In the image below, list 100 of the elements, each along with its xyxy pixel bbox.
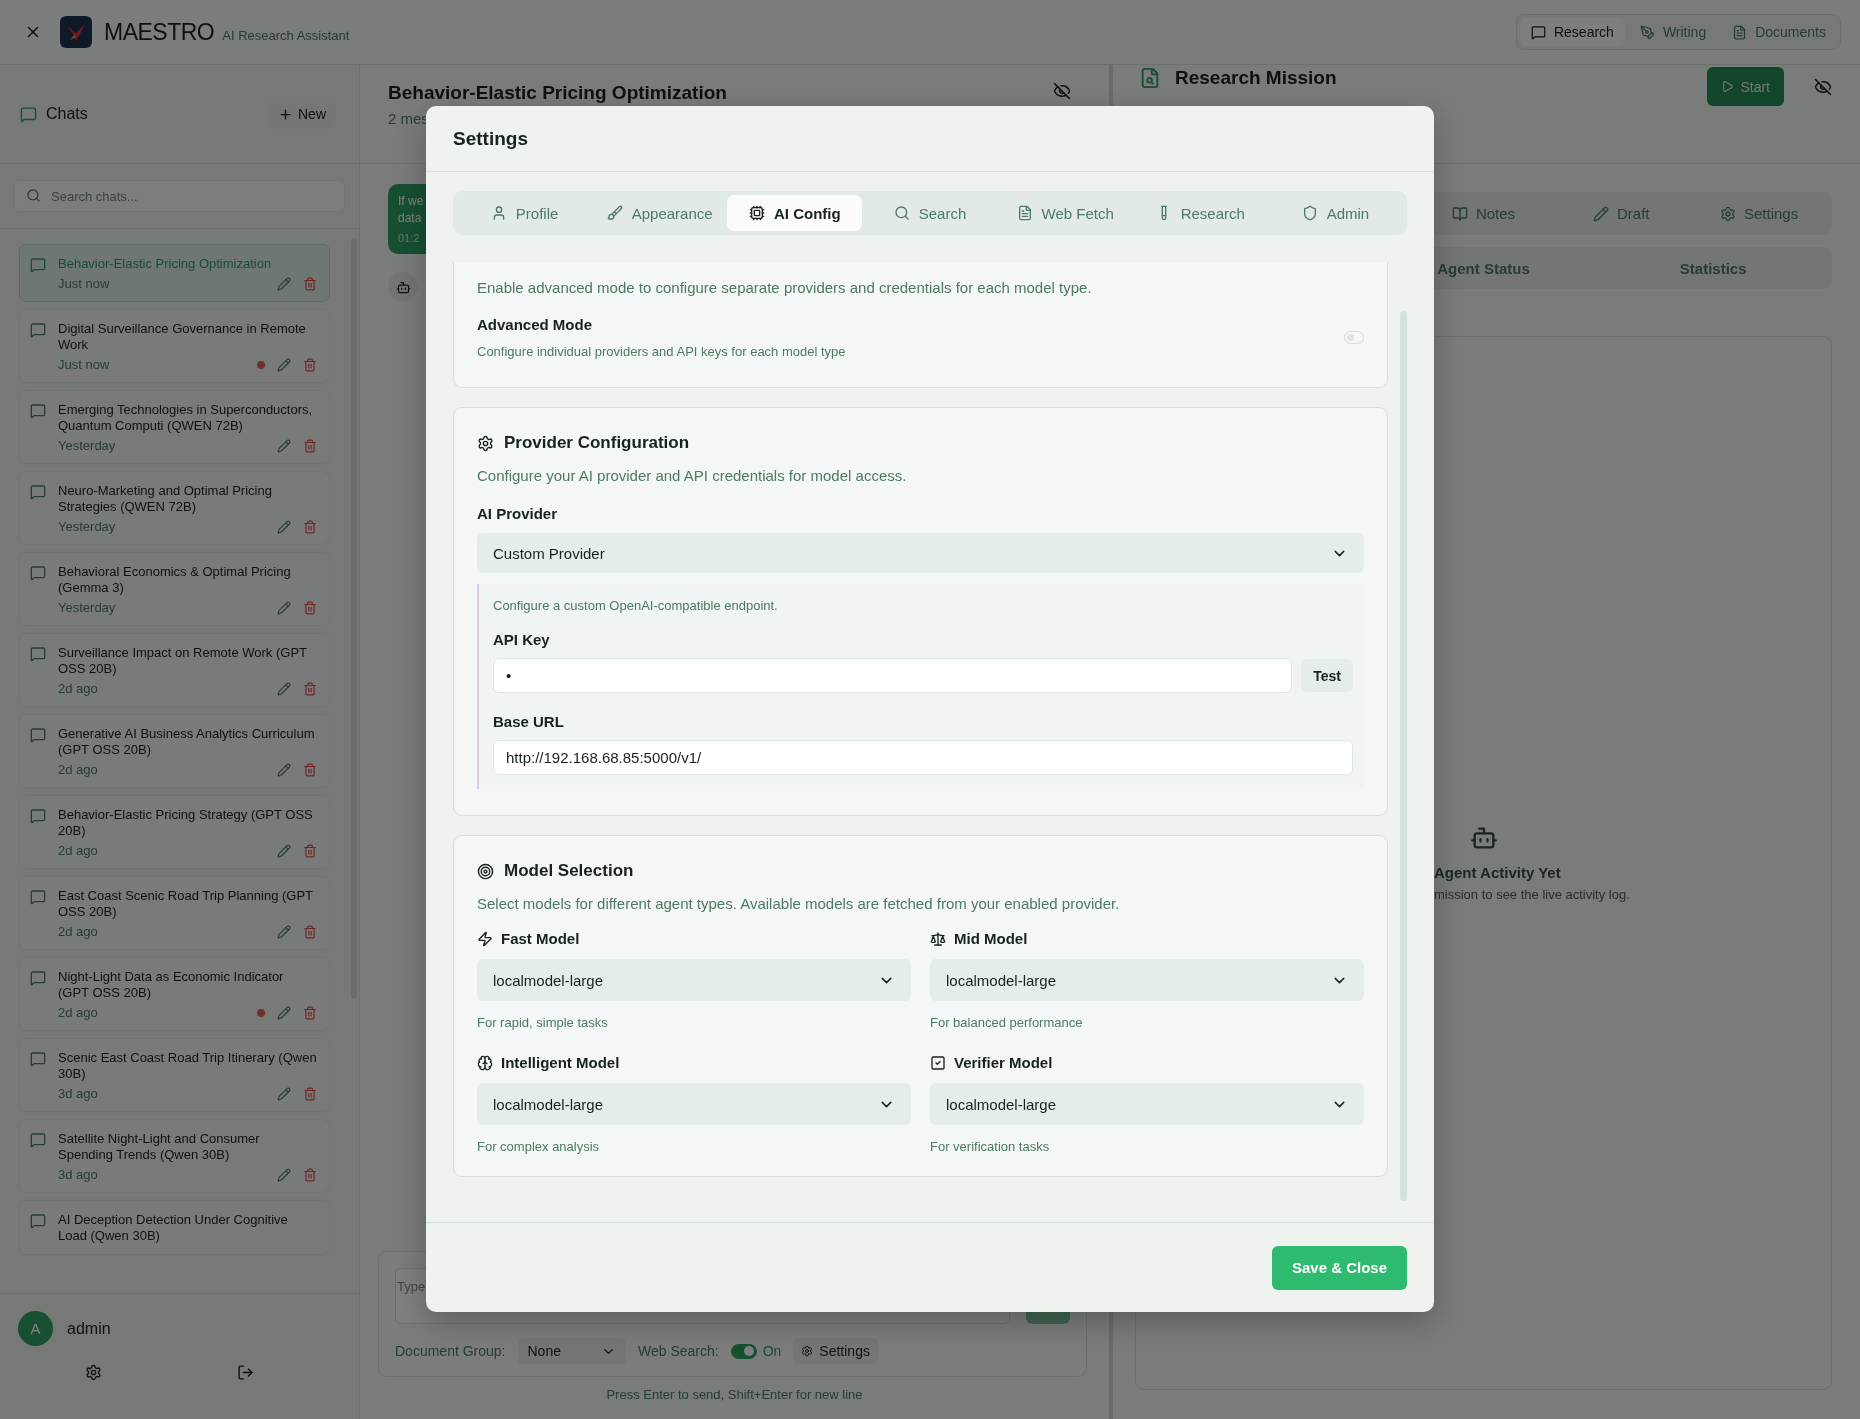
save-close-button[interactable]: Save & Close [1271, 1245, 1407, 1290]
pencil-icon[interactable] [277, 357, 291, 372]
view-tab[interactable]: Writing [1628, 18, 1718, 46]
pencil-icon[interactable] [277, 924, 291, 939]
config-tab[interactable]: Appearance [592, 195, 728, 231]
message-text: If we [398, 194, 424, 208]
trash-icon[interactable] [303, 276, 317, 291]
trash-icon[interactable] [303, 1005, 317, 1020]
setting-description: Configure individual providers and API keys for each model type [477, 344, 846, 359]
chat-item[interactable]: Behavioral Economics & Optimal Pricing (Gemma 3) Yesterday [19, 552, 330, 626]
base-url-input[interactable]: http://192.168.68.85:5000/v1/ [493, 740, 1353, 775]
config-tab[interactable]: AI Config [727, 195, 863, 231]
trash-icon[interactable] [303, 1167, 317, 1182]
trash-icon[interactable] [303, 924, 317, 939]
chat-title: Behavior-Elastic Pricing Optimization [58, 256, 273, 272]
chat-item[interactable]: Satellite Night-Light and Consumer Spending Trends (Qwen 30B) 3d ago [19, 1119, 330, 1193]
pencil-icon[interactable] [277, 681, 291, 696]
search-icon [893, 205, 910, 221]
chat-item[interactable]: Night-Light Data as Economic Indicator (GPT OSS 20B) 2d ago [19, 957, 330, 1031]
field-hint: For verification tasks [930, 1139, 1051, 1154]
pencil-icon[interactable] [277, 762, 291, 777]
test-button[interactable]: Test [1301, 659, 1353, 692]
config-tab[interactable]: Search [862, 195, 998, 231]
settings-button[interactable]: Settings [793, 1338, 878, 1364]
pencil-icon[interactable] [277, 1167, 291, 1182]
trash-icon[interactable] [303, 843, 317, 858]
document-group-select[interactable]: None [517, 1338, 626, 1364]
chat-title: East Coast Scenic Road Trip Planning (GPT OSS 20B) [58, 888, 314, 920]
start-button[interactable]: Start [1707, 67, 1784, 106]
trash-icon[interactable] [303, 762, 317, 777]
pencil-icon[interactable] [277, 843, 291, 858]
settings-icon [801, 1345, 814, 1357]
section-title: Model Selection [504, 861, 634, 881]
dialog-title: Settings [453, 127, 528, 150]
speech-bubble-icon [30, 808, 46, 824]
trash-icon[interactable] [303, 519, 317, 534]
input-hint: Press Enter to send, Shift+Enter for new line [605, 1386, 864, 1404]
config-tab[interactable]: Web Fetch [997, 195, 1133, 231]
speech-bubble-icon [20, 105, 37, 123]
chat-title: Behavior-Elastic Pricing Strategy (GPT OSS 20B) [58, 807, 314, 839]
mission-tab[interactable]: Draft [1552, 196, 1691, 231]
api-key-input[interactable]: • [493, 658, 1293, 693]
model-select[interactable]: localmodel-large [477, 1083, 911, 1125]
config-tab[interactable]: Research [1132, 195, 1268, 231]
logout-icon[interactable] [236, 1364, 254, 1381]
chat-time: Yesterday [58, 600, 116, 615]
pencil-icon[interactable] [277, 1086, 291, 1101]
mission-subtab[interactable]: Agent Status [1368, 251, 1599, 285]
mission-subtab[interactable]: Statistics [1598, 251, 1828, 285]
chat-item[interactable]: Scenic East Coast Road Trip Itinerary (Qwen 30B) 3d ago [19, 1038, 330, 1112]
field-label: Fast Model [501, 930, 580, 947]
chat-item[interactable]: Surveillance Impact on Remote Work (GPT OSS 20B) 2d ago [19, 633, 330, 707]
user-avatar: A [18, 1311, 53, 1346]
config-tab[interactable]: Profile [457, 195, 593, 231]
model-select[interactable]: localmodel-large [477, 959, 911, 1001]
empty-state-title: Agent Activity Yet [1434, 864, 1561, 881]
chat-item[interactable]: Emerging Technologies in Superconductors, Quantum Computi (QWEN 72B) Yesterday [19, 390, 330, 464]
model-select[interactable]: localmodel-large [930, 959, 1364, 1001]
view-tab[interactable]: Documents [1721, 18, 1837, 46]
field-label: Intelligent Model [501, 1054, 620, 1071]
trash-icon[interactable] [303, 438, 317, 453]
eye-slash-icon[interactable] [1053, 82, 1071, 100]
chat-item[interactable]: Behavior-Elastic Pricing Optimization Just now [19, 244, 330, 302]
mission-tab[interactable]: Settings [1690, 196, 1828, 231]
trash-icon[interactable] [303, 600, 317, 615]
chat-item[interactable]: Behavior-Elastic Pricing Strategy (GPT OSS 20B) 2d ago [19, 795, 330, 869]
chat-title: Behavior-Elastic Pricing Optimization [388, 82, 727, 104]
target-icon [477, 862, 494, 880]
chat-item[interactable]: Digital Surveillance Governance in Remote Work Just now [19, 309, 330, 383]
pencil-icon[interactable] [277, 519, 291, 534]
toggle-switch[interactable] [730, 1343, 757, 1359]
trash-icon[interactable] [303, 357, 317, 372]
chat-title: Scenic East Coast Road Trip Itinerary (Qwen 30B) [58, 1050, 317, 1082]
search-icon [26, 188, 41, 203]
shield-icon [1301, 205, 1318, 221]
speech-bubble-icon [30, 565, 46, 581]
field-label: AI Provider [477, 505, 559, 522]
provider-select[interactable]: Custom Provider [477, 533, 1364, 573]
settings-icon[interactable] [85, 1364, 103, 1381]
trash-icon[interactable] [303, 681, 317, 696]
chat-item[interactable]: Neuro-Marketing and Optimal Pricing Strategies (QWEN 72B) Yesterday [19, 471, 330, 545]
eye-slash-icon[interactable] [1814, 77, 1832, 96]
pencil-icon[interactable] [277, 1005, 291, 1020]
pencil-icon[interactable] [277, 276, 291, 291]
model-select[interactable]: localmodel-large [930, 1083, 1364, 1125]
chat-item[interactable]: AI Deception Detection Under Cognitive Load (Qwen 30B) [19, 1200, 330, 1255]
speech-bubble-icon [30, 970, 46, 986]
field-label: Mid Model [954, 930, 1028, 947]
pencil-icon[interactable] [277, 600, 291, 615]
pencil-icon[interactable] [277, 438, 291, 453]
config-tab[interactable]: Admin [1267, 195, 1403, 231]
scrollbar[interactable] [1400, 311, 1407, 1201]
chat-item[interactable]: Generative AI Business Analytics Curriculum (GPT OSS 20B) 2d ago [19, 714, 330, 788]
chat-item[interactable]: East Coast Scenic Road Trip Planning (GPT OSS 20B) 2d ago [19, 876, 330, 950]
view-tab[interactable]: Research [1519, 18, 1625, 46]
mission-tab[interactable]: Notes [1414, 196, 1553, 231]
search-field[interactable]: Search chats... [14, 180, 345, 212]
trash-icon[interactable] [303, 1086, 317, 1101]
chat-time: 2d ago [58, 924, 98, 939]
brain-icon [477, 1054, 493, 1071]
